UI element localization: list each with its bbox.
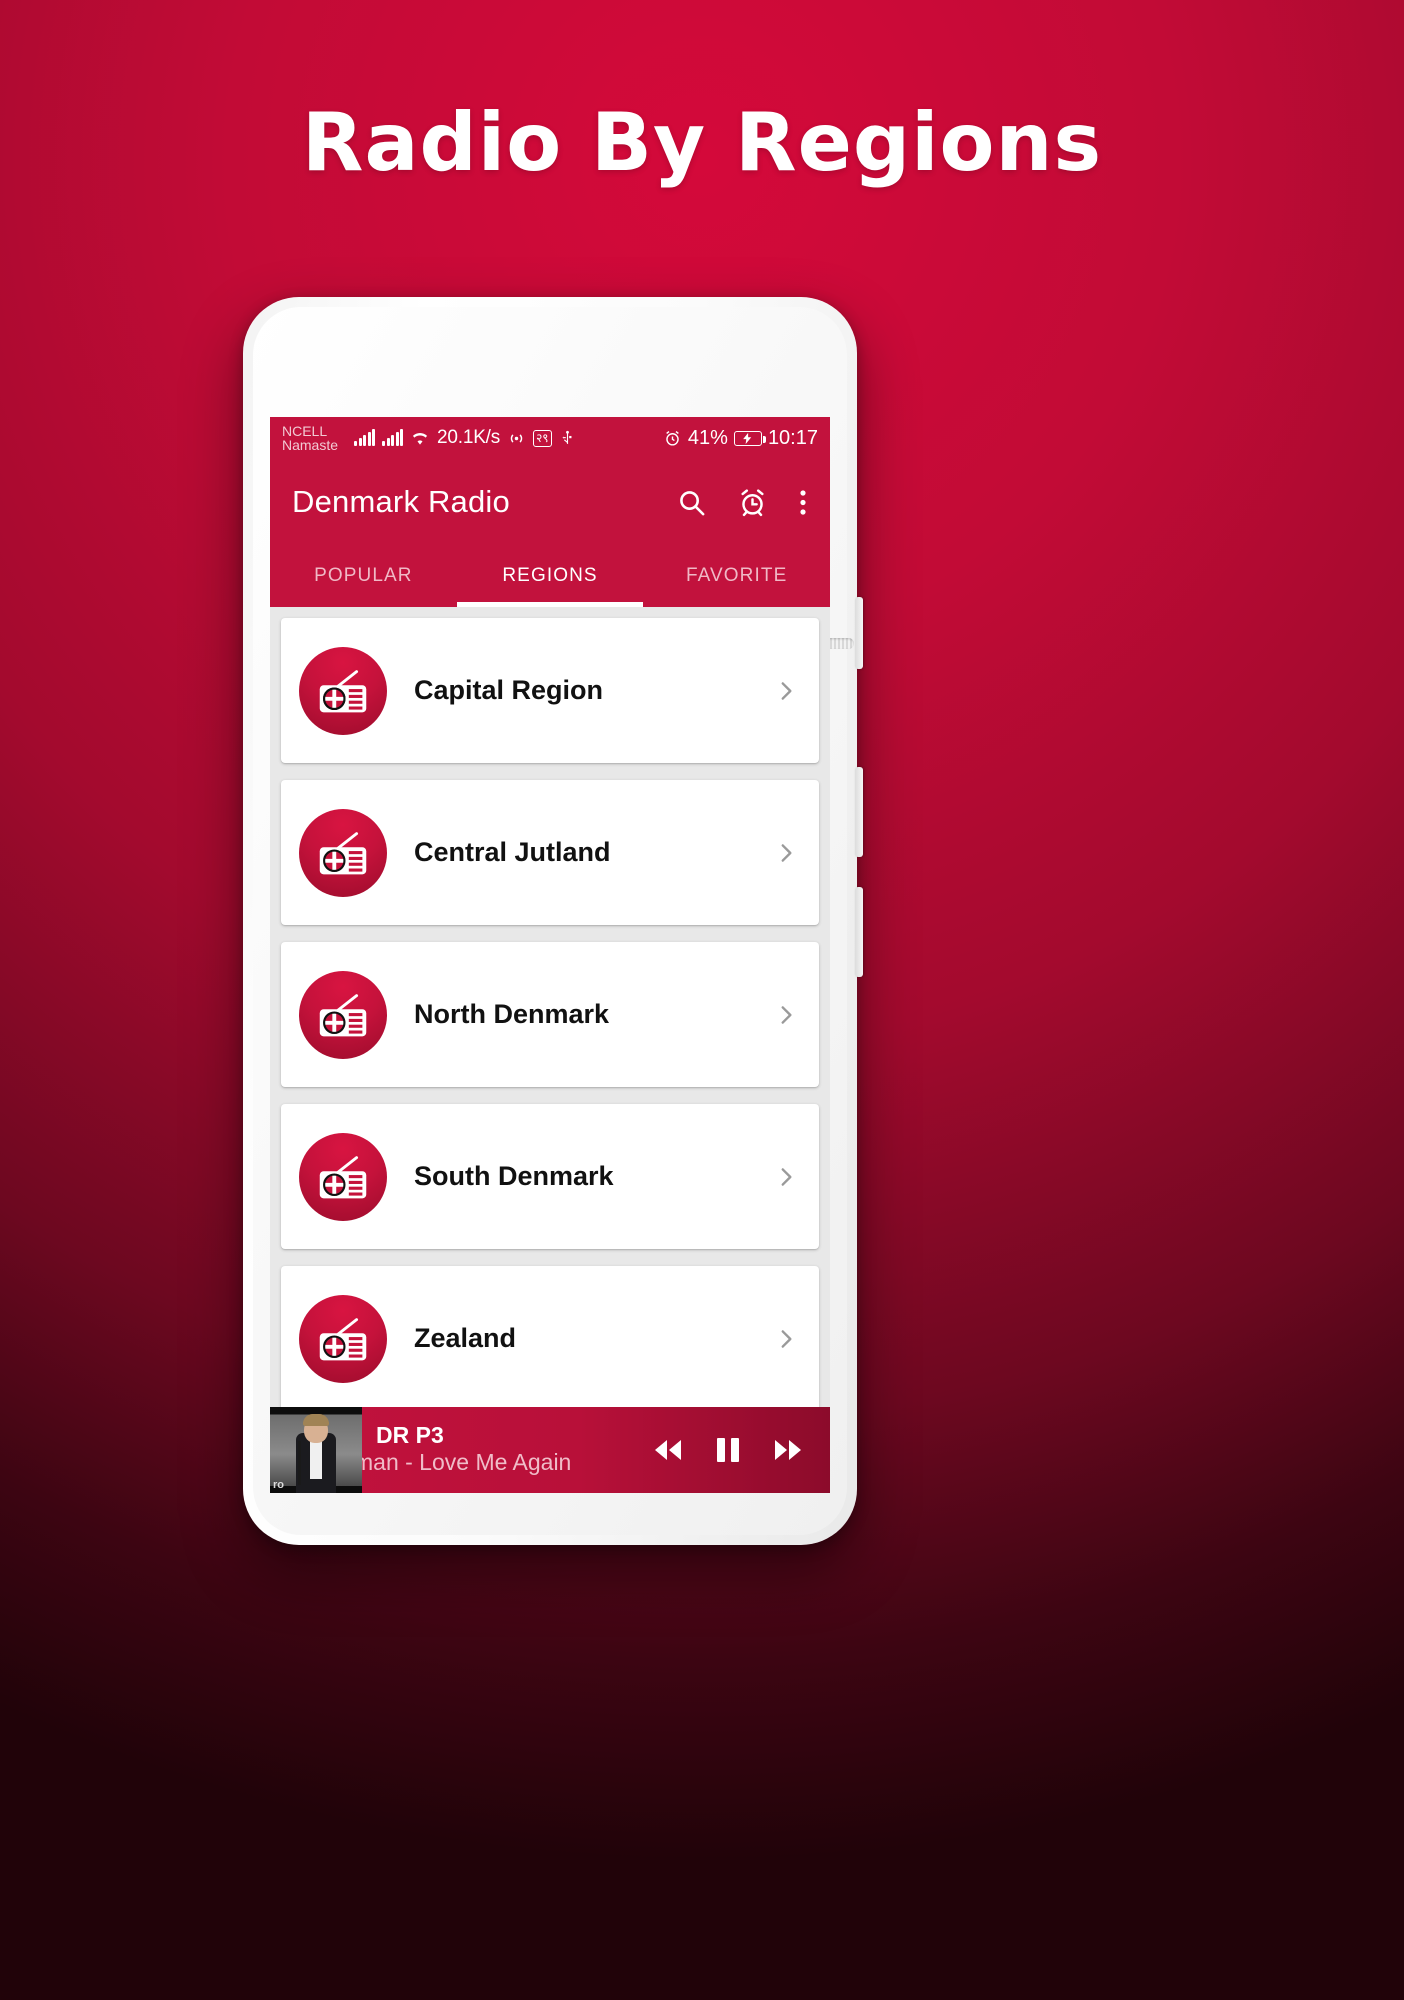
phone-mockup: NCELL Namaste 20.1K/s २९ 41% 10:17 Denma…: [243, 297, 863, 1545]
carrier-name: NCELL Namaste: [282, 422, 339, 453]
region-name: North Denmark: [414, 999, 610, 1029]
overflow-menu-icon[interactable]: [798, 487, 808, 518]
region-list-item[interactable]: South Denmark: [281, 1104, 819, 1249]
player-metadata: DR P3 man - Love Me Again: [362, 1423, 648, 1476]
broadcast-icon: [507, 429, 526, 448]
page-title: Radio By Regions: [301, 96, 1103, 189]
app-bar: Denmark Radio: [270, 459, 830, 545]
alarm-icon[interactable]: [737, 487, 768, 518]
chevron-right-icon[interactable]: [773, 840, 799, 866]
region-list-item[interactable]: Zealand: [281, 1266, 819, 1411]
radio-icon: [299, 1294, 387, 1383]
battery-percent: 41%: [687, 426, 728, 449]
region-list-item[interactable]: Capital Region: [281, 618, 819, 763]
rewind-button[interactable]: [648, 1434, 688, 1466]
tab-favorite[interactable]: FAVORITE: [643, 545, 830, 607]
tab-popular[interactable]: POPULAR: [270, 545, 457, 607]
pause-button[interactable]: [712, 1434, 744, 1466]
app-title: Denmark Radio: [292, 484, 510, 519]
search-icon[interactable]: [676, 487, 707, 518]
network-speed: 20.1K/s: [437, 427, 501, 448]
status-bar: NCELL Namaste 20.1K/s २९ 41% 10:17: [270, 417, 830, 459]
region-name: Central Jutland: [414, 837, 611, 867]
tab-bar: POPULAR REGIONS FAVORITE: [270, 545, 830, 607]
volume-up-button[interactable]: [855, 767, 863, 857]
thumbnail-shirt: [310, 1439, 322, 1479]
region-list-item[interactable]: Central Jutland: [281, 780, 819, 925]
power-button[interactable]: [855, 597, 863, 669]
forward-button[interactable]: [768, 1434, 808, 1466]
radio-icon: [299, 1132, 387, 1221]
status-bar-right: 41% 10:17: [663, 427, 818, 450]
chevron-right-icon[interactable]: [773, 1164, 799, 1190]
clock: 10:17: [767, 426, 818, 449]
battery-charging-icon: [733, 430, 766, 446]
chevron-right-icon[interactable]: [773, 1326, 799, 1352]
mini-player-bar[interactable]: ro DR P3 man - Love Me Again: [270, 1407, 830, 1493]
region-name: South Denmark: [414, 1161, 614, 1191]
carrier-line-2: Namaste: [282, 437, 339, 453]
region-name: Capital Region: [414, 675, 604, 705]
player-controls: [648, 1434, 830, 1466]
usb-icon: [559, 429, 576, 448]
thumbnail-hair: [303, 1414, 329, 1426]
nepali-date-icon: २९: [533, 429, 552, 447]
radio-icon: [299, 808, 387, 897]
thumbnail-watermark: ro: [273, 1479, 284, 1491]
volume-down-button[interactable]: [855, 887, 863, 977]
region-name: Zealand: [414, 1323, 517, 1353]
tab-regions[interactable]: REGIONS: [457, 545, 644, 607]
carrier-line-1: NCELL: [282, 422, 328, 439]
status-bar-left: NCELL Namaste 20.1K/s २९: [282, 422, 576, 453]
tab-indicator: [456, 602, 644, 607]
region-list-item[interactable]: North Denmark: [281, 942, 819, 1087]
signal-bars-icon-2: [382, 429, 404, 446]
region-list[interactable]: Capital Region Central Jutland North Den…: [270, 607, 830, 1493]
wifi-icon: [410, 428, 430, 448]
player-now-playing: man - Love Me Again: [362, 1449, 572, 1476]
app-bar-actions: [676, 487, 808, 518]
thumbnail-microphone: [298, 1441, 301, 1485]
radio-icon: [299, 646, 387, 735]
station-thumbnail: ro: [270, 1407, 362, 1493]
chevron-right-icon[interactable]: [773, 1002, 799, 1028]
chevron-right-icon[interactable]: [773, 678, 799, 704]
signal-bars-icon: [354, 429, 376, 446]
alarm-icon: [663, 429, 682, 448]
player-station-name: DR P3: [376, 1423, 444, 1449]
phone-screen: NCELL Namaste 20.1K/s २९ 41% 10:17 Denma…: [270, 417, 830, 1493]
radio-icon: [299, 970, 387, 1059]
